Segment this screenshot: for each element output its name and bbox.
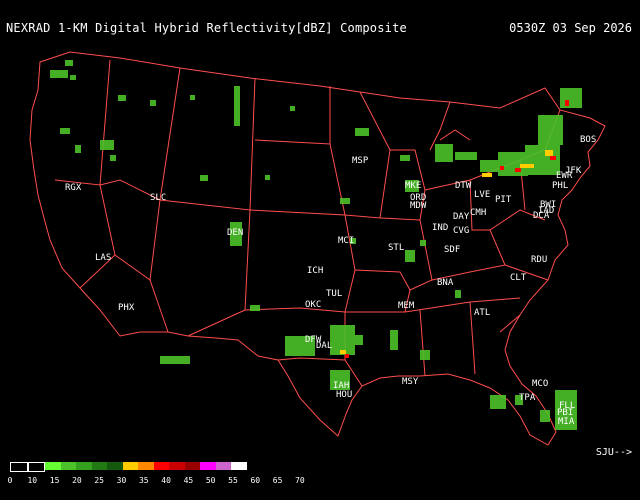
station-bna: BNA xyxy=(437,278,454,288)
legend-swatch xyxy=(60,462,76,470)
station-jfk: JFK xyxy=(565,166,582,176)
station-cvg: CVG xyxy=(453,226,469,236)
station-mia: MIA xyxy=(558,417,575,427)
legend-tick-label: 60 xyxy=(250,476,261,485)
legend-tick-label: 0 xyxy=(7,476,13,485)
station-bos: BOS xyxy=(580,135,596,145)
station-las: LAS xyxy=(95,253,111,263)
puerto-rico-inset-label[interactable]: SJU--> xyxy=(596,447,632,458)
station-msp: MSP xyxy=(352,156,369,166)
legend-swatch xyxy=(27,462,45,472)
legend-tick-label: 35 xyxy=(138,476,149,485)
legend-swatch xyxy=(200,462,216,470)
station-hou: HOU xyxy=(336,390,352,400)
radar-map[interactable]: RGXSLCDENLASPHXMSPMKEORDMDWDTWLVE PITIADD… xyxy=(0,40,640,460)
header: NEXRAD 1-KM Digital Hybrid Reflectivity[… xyxy=(0,0,640,40)
station-msy: MSY xyxy=(402,377,419,387)
legend-tick-label: 40 xyxy=(161,476,171,485)
legend-swatch xyxy=(169,462,185,470)
borders xyxy=(29,51,606,446)
legend-tick-label: 65 xyxy=(272,476,283,485)
station-phl: PHL xyxy=(552,181,568,191)
station-sdf: SDF xyxy=(444,245,460,255)
station-slc: SLC xyxy=(150,193,166,203)
color-legend: 0 10 15 20 25 30 35 40 45 50 55 60 65 70 xyxy=(7,462,320,498)
legend-swatch xyxy=(122,462,138,470)
legend-swatch xyxy=(107,462,123,470)
legend-bar xyxy=(10,462,247,472)
map-title: NEXRAD 1-KM Digital Hybrid Reflectivity[… xyxy=(6,21,407,35)
station-mdw: MDW xyxy=(410,201,427,211)
station-okc: OKC xyxy=(305,300,321,310)
legend-swatch xyxy=(138,462,154,470)
legend-swatch xyxy=(10,462,28,472)
legend-swatch xyxy=(76,462,92,470)
station-bwi: BWI xyxy=(540,200,556,210)
station-lve: LVE xyxy=(474,190,490,200)
legend-tick-label: 55 xyxy=(228,476,238,485)
station-atl: ATL xyxy=(474,308,490,318)
timestamp: 0530Z 03 Sep 2026 xyxy=(509,21,632,35)
legend-tick-label: 20 xyxy=(72,476,82,485)
station-ich: ICH xyxy=(307,266,323,276)
legend-tick-label: 45 xyxy=(183,476,194,485)
legend-tick-label: 10 xyxy=(27,476,38,485)
legend-swatch xyxy=(45,462,61,470)
legend-swatch xyxy=(184,462,200,470)
legend-tick-label: 15 xyxy=(49,476,60,485)
station-mci: MCI xyxy=(338,236,354,246)
legend-swatch xyxy=(231,462,247,470)
legend-tick-label: 50 xyxy=(205,476,216,485)
station-mem: MEM xyxy=(398,301,415,311)
legend-tick-label: 70 xyxy=(295,476,305,485)
station-pit: PIT xyxy=(495,195,512,205)
legend-swatch xyxy=(153,462,169,470)
legend-tick-label: 30 xyxy=(116,476,127,485)
station-stl: STL xyxy=(388,243,404,253)
legend-swatch xyxy=(91,462,107,470)
station-mco: MCO xyxy=(532,379,548,389)
station-den: DEN xyxy=(227,228,243,238)
station-day: DAY xyxy=(453,212,470,222)
station-dca: DCA xyxy=(533,211,550,221)
station-ind: IND xyxy=(432,223,448,233)
precipitation xyxy=(50,60,582,430)
station-dtw: DTW xyxy=(455,181,472,191)
station-phx: PHX xyxy=(118,303,135,313)
station-mke: MKE xyxy=(405,181,421,191)
station-tul: TUL xyxy=(326,289,342,299)
station-dal: DAL xyxy=(316,341,332,351)
station-rdu: RDU xyxy=(531,255,547,265)
station-tpa: TPA xyxy=(519,393,536,403)
legend-tick-label: 25 xyxy=(94,476,105,485)
station-rgx: RGX xyxy=(65,183,82,193)
legend-swatch xyxy=(215,462,231,470)
station-clt: CLT xyxy=(510,273,527,283)
station-cmh: CMH xyxy=(470,208,486,218)
